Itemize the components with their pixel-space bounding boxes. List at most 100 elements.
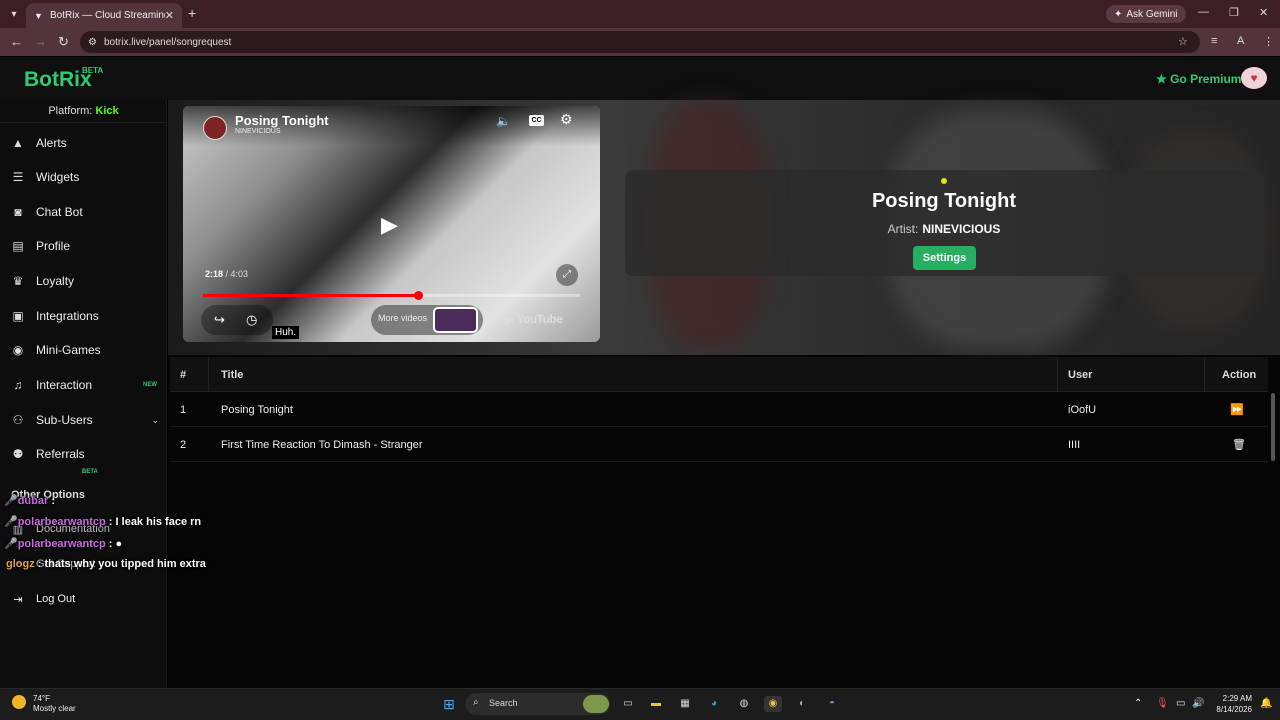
ask-gemini-button[interactable]: ✦ Ask Gemini <box>1106 5 1186 23</box>
notifications-icon[interactable]: 🔔 <box>1260 698 1272 709</box>
back-icon[interactable]: ← <box>10 34 23 49</box>
system-clock[interactable]: 2:29 AM 8/14/2026 <box>1212 693 1252 715</box>
chat-badge-icon: 🎤 <box>4 516 18 528</box>
file-explorer-icon[interactable]: ▬ <box>647 696 665 712</box>
progress-handle[interactable] <box>414 291 423 300</box>
search-label: Search <box>489 698 518 708</box>
more-videos-thumbnail[interactable] <box>433 307 478 333</box>
sidebar-item-integrations[interactable]: ▣ Integrations <box>0 299 167 333</box>
minimize-icon[interactable]: — <box>1198 6 1209 18</box>
skip-icon[interactable]: ⏩ <box>1230 403 1244 416</box>
trophy-icon: ♛ <box>12 274 24 288</box>
user-avatar[interactable]: ♥ <box>1241 67 1267 89</box>
chat-separator: : <box>37 558 42 570</box>
sidebar-item-sub-users[interactable]: ⚇ Sub-Users BETA ⌄ <box>0 403 167 475</box>
edge-icon[interactable]: ◕ <box>705 696 723 712</box>
app-icon[interactable]: ◍ <box>735 696 753 712</box>
trash-icon[interactable]: 🗑 <box>1232 438 1246 451</box>
channel-avatar[interactable] <box>203 116 227 140</box>
warning-icon: ▲ <box>12 136 24 150</box>
video-channel[interactable]: NINEVICIOUS <box>235 128 281 135</box>
browser-tab[interactable]: ▼ BotRix — Cloud Streaming Bot ✕ <box>26 3 182 28</box>
site-info-icon[interactable]: ⚙ <box>88 37 97 48</box>
page-scrollbar[interactable] <box>1271 393 1275 461</box>
chat-message: glogz : thats why you tipped him extra <box>6 558 206 570</box>
network-icon[interactable]: ▭ <box>1176 698 1185 709</box>
chat-username: polarbearwantcp <box>17 516 106 528</box>
gear-icon[interactable]: ⚙ <box>560 111 573 128</box>
id-card-icon: ▤ <box>12 239 24 253</box>
sidebar-item-loyalty[interactable]: ♛ Loyalty <box>0 264 167 298</box>
platform-indicator: Platform: Kick <box>0 100 167 123</box>
row-user: IIII <box>1068 439 1081 451</box>
sidebar-item-label: Log Out <box>36 593 76 605</box>
go-premium-label: Go Premium <box>1170 72 1242 86</box>
forward-icon[interactable]: → <box>34 34 47 49</box>
settings-button[interactable]: Settings <box>913 246 976 270</box>
watch-later-icon[interactable]: ◷ <box>246 312 257 328</box>
fullscreen-icon[interactable]: ⤢ <box>556 264 578 286</box>
discord-icon[interactable]: ◓ <box>823 696 841 712</box>
windows-start-icon[interactable]: ⊞ <box>440 696 458 712</box>
sidebar-item-log-out[interactable]: ⇥ Log Out <box>0 584 167 614</box>
row-title: First Time Reaction To Dimash - Stranger <box>221 439 423 451</box>
maximize-icon[interactable]: ❐ <box>1229 6 1239 19</box>
volume-icon[interactable]: 🔊 <box>1192 698 1204 709</box>
row-user: iOofU <box>1068 404 1097 416</box>
sidebar-item-label: Interaction <box>36 378 93 392</box>
microphone-icon[interactable]: 🎙 <box>1156 698 1169 709</box>
youtube-player[interactable]: Posing Tonight NINEVICIOUS 🔈 CC ⚙ ▶ 2:18… <box>183 106 600 342</box>
youtube-logo[interactable]: ▶ YouTube <box>505 312 563 326</box>
column-header-user: User <box>1068 369 1093 381</box>
progress-bar[interactable] <box>203 291 580 300</box>
sidebar-item-chat-bot[interactable]: ◙ Chat Bot <box>0 195 167 229</box>
close-window-icon[interactable]: ✕ <box>1259 6 1268 19</box>
new-tab-button[interactable]: + <box>188 5 196 21</box>
play-icon[interactable]: ▶ <box>381 212 398 238</box>
reload-icon[interactable]: ↻ <box>58 34 69 50</box>
show-hidden-icons-icon[interactable]: ⌃ <box>1134 698 1142 709</box>
sidebar-item-referrals[interactable]: ⚉ Referrals <box>0 437 167 471</box>
weather-moon-icon[interactable] <box>12 695 26 709</box>
steam-icon[interactable]: ◐ <box>793 696 811 712</box>
tab-title: BotRix — Cloud Streaming Bot <box>50 10 165 21</box>
profile-button[interactable]: A <box>1237 35 1244 47</box>
logout-icon: ⇥ <box>13 593 23 606</box>
chrome-icon[interactable]: ◉ <box>764 696 782 712</box>
artist-label: Artist: <box>887 222 919 236</box>
bookmark-star-icon[interactable]: ☆ <box>1178 35 1188 48</box>
sidebar-item-widgets[interactable]: ☰ Widgets <box>0 160 167 194</box>
store-icon[interactable]: ▦ <box>676 696 694 712</box>
progress-fill <box>203 294 418 297</box>
more-videos-label: More videos <box>378 313 428 323</box>
sidebar-item-profile[interactable]: ▤ Profile <box>0 229 167 263</box>
share-icon[interactable]: ↪ <box>214 312 225 328</box>
list-icon: ☰ <box>12 170 24 184</box>
url-field[interactable]: ⚙ botrix.live/panel/songrequest <box>80 31 1200 53</box>
chevron-down-icon[interactable]: ⌄ <box>151 415 159 426</box>
browser-menu-icon[interactable]: ⋮ <box>1263 35 1274 48</box>
volume-icon[interactable]: 🔈 <box>496 114 511 128</box>
row-number: 1 <box>180 404 187 416</box>
gamepad-icon: ◉ <box>12 343 24 357</box>
captions-icon[interactable]: CC <box>529 115 544 126</box>
go-premium-link[interactable]: ★ Go Premium <box>1156 72 1241 86</box>
weather-temp: 74°F <box>33 694 50 703</box>
task-view-icon[interactable]: ▭ <box>619 696 637 712</box>
chat-username: polarbearwantcp <box>17 538 106 550</box>
close-tab-icon[interactable]: ✕ <box>165 9 174 22</box>
sidebar-item-label: Alerts <box>36 136 67 150</box>
reading-list-icon[interactable]: ≡ <box>1211 35 1217 47</box>
chat-message: 🎤polarbearwantcp : ● <box>4 537 122 550</box>
sidebar-item-mini-games[interactable]: ◉ Mini-Games <box>0 333 167 367</box>
sidebar-item-interaction[interactable]: ♫ Interaction NEW <box>0 368 167 402</box>
sidebar-item-alerts[interactable]: ▲ Alerts <box>0 126 167 160</box>
column-header-number: # <box>180 369 187 381</box>
chat-separator: : <box>51 495 55 507</box>
weather-widget[interactable]: 74°F Mostly clear <box>33 694 76 714</box>
video-title[interactable]: Posing Tonight <box>235 113 329 128</box>
chat-badge-icon: 🎤 <box>4 538 18 550</box>
tab-search-chevron-icon[interactable]: ▾ <box>0 0 28 28</box>
sidebar-item-label: Loyalty <box>36 274 75 288</box>
column-divider <box>1204 357 1205 392</box>
